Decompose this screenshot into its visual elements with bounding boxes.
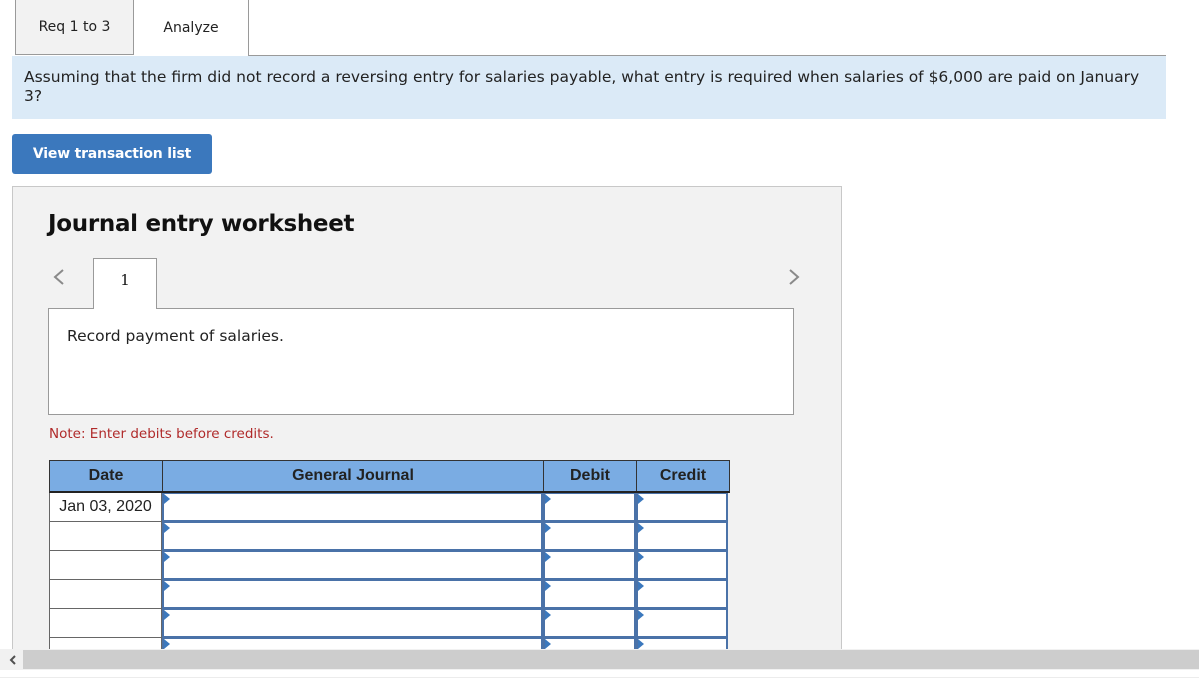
dropdown-indicator-icon xyxy=(638,494,644,504)
credit-input[interactable] xyxy=(636,493,728,522)
question-text: Assuming that the firm did not record a … xyxy=(12,56,1166,119)
dropdown-indicator-icon xyxy=(545,523,551,533)
tab-req-1-to-3[interactable]: Req 1 to 3 xyxy=(15,0,134,55)
account-select[interactable] xyxy=(162,580,543,609)
debit-input[interactable] xyxy=(543,522,636,551)
journal-row: Jan 03, 2020 xyxy=(49,493,730,522)
journal-row xyxy=(49,522,730,551)
dropdown-indicator-icon xyxy=(164,639,170,649)
dropdown-indicator-icon xyxy=(638,610,644,620)
chevron-left-icon xyxy=(53,269,64,285)
chevron-right-icon xyxy=(789,269,800,285)
tab-analyze[interactable]: Analyze xyxy=(134,0,249,56)
scroll-left-button[interactable] xyxy=(2,649,23,670)
date-cell[interactable] xyxy=(49,522,162,551)
credit-input[interactable] xyxy=(636,522,728,551)
view-transaction-list-button[interactable]: View transaction list xyxy=(12,134,212,174)
requirement-tabs: Req 1 to 3 Analyze xyxy=(15,0,249,56)
worksheet-title: Journal entry worksheet xyxy=(48,211,355,237)
dropdown-indicator-icon xyxy=(164,494,170,504)
column-header-credit: Credit xyxy=(659,467,707,484)
dropdown-indicator-icon xyxy=(545,639,551,649)
chevron-left-icon xyxy=(9,654,16,665)
date-cell[interactable] xyxy=(49,609,162,638)
account-select[interactable] xyxy=(162,551,543,580)
dropdown-indicator-icon xyxy=(638,523,644,533)
dropdown-indicator-icon xyxy=(545,610,551,620)
column-header-general-journal: General Journal xyxy=(163,461,544,491)
dropdown-indicator-icon xyxy=(638,581,644,591)
debit-input[interactable] xyxy=(543,493,636,522)
debit-input[interactable] xyxy=(543,580,636,609)
next-entry-button[interactable] xyxy=(786,265,806,289)
dropdown-indicator-icon xyxy=(164,581,170,591)
page-bottom-border xyxy=(0,677,1199,678)
dropdown-indicator-icon xyxy=(545,494,551,504)
horizontal-scrollbar[interactable] xyxy=(0,649,1199,670)
account-select[interactable] xyxy=(162,522,543,551)
dropdown-indicator-icon xyxy=(164,610,170,620)
scrollbar-thumb[interactable] xyxy=(23,650,1199,669)
date-cell[interactable] xyxy=(49,580,162,609)
previous-entry-button[interactable] xyxy=(51,265,71,289)
column-header-date: Date xyxy=(50,461,163,491)
account-select[interactable] xyxy=(162,493,543,522)
debit-input[interactable] xyxy=(543,551,636,580)
date-cell[interactable]: Jan 03, 2020 xyxy=(49,493,162,522)
credit-input[interactable] xyxy=(636,551,728,580)
credit-input[interactable] xyxy=(636,609,728,638)
dropdown-indicator-icon xyxy=(638,639,644,649)
dropdown-indicator-icon xyxy=(545,552,551,562)
dropdown-indicator-icon xyxy=(164,523,170,533)
general-journal-table: Date General Journal Debit Credit Jan 03… xyxy=(49,460,730,650)
debit-input[interactable] xyxy=(543,609,636,638)
date-cell[interactable] xyxy=(49,551,162,580)
journal-row xyxy=(49,580,730,609)
debits-note: Note: Enter debits before credits. xyxy=(49,426,274,442)
entry-tab-1[interactable]: 1 xyxy=(93,258,157,309)
entry-description: Record payment of salaries. xyxy=(48,308,794,415)
journal-entry-worksheet: Journal entry worksheet 1 Record payment… xyxy=(12,186,842,656)
journal-body: Jan 03, 2020 xyxy=(49,493,730,650)
worksheet-viewport: Journal entry worksheet 1 Record payment… xyxy=(13,187,843,650)
journal-row xyxy=(49,551,730,580)
column-header-debit: Debit xyxy=(544,461,637,491)
dropdown-indicator-icon xyxy=(638,552,644,562)
journal-header-row: Date General Journal Debit Credit xyxy=(49,460,730,493)
credit-input[interactable] xyxy=(636,580,728,609)
account-select[interactable] xyxy=(162,609,543,638)
journal-row xyxy=(49,609,730,638)
dropdown-indicator-icon xyxy=(545,581,551,591)
dropdown-indicator-icon xyxy=(164,552,170,562)
